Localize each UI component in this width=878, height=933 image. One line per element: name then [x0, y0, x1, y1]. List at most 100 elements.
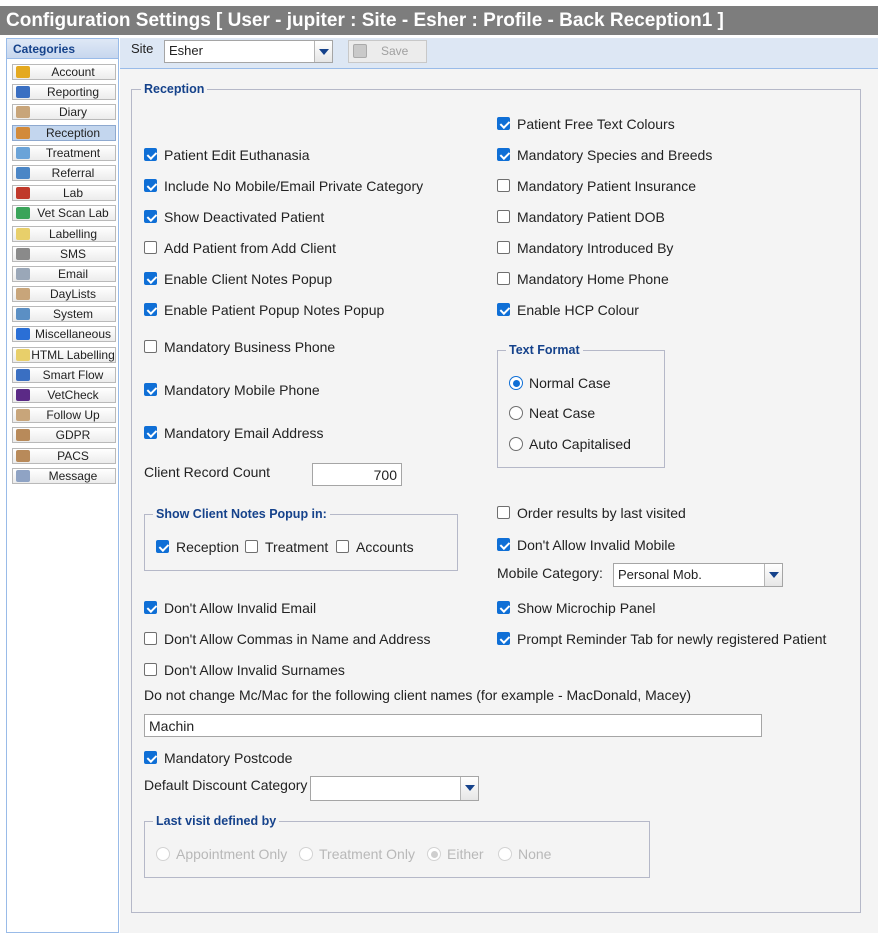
sidebar-item-lab[interactable]: Lab [12, 185, 116, 202]
sidebar-item-gdpr[interactable]: GDPR [12, 427, 116, 444]
mandatory-business-phone-checkbox[interactable] [144, 340, 157, 353]
sidebar-item-referral[interactable]: Referral [12, 164, 116, 181]
sidebar-item-treatment[interactable]: Treatment [12, 144, 116, 161]
normal-case-radio[interactable] [509, 376, 523, 390]
discount-category-label: Default Discount Category [144, 777, 308, 793]
add-patient-from-add-client-checkbox[interactable] [144, 241, 157, 254]
chevron-down-icon[interactable] [314, 41, 332, 62]
mandatory-business-phone-label: Mandatory Business Phone [164, 339, 336, 355]
sidebar-item-diary[interactable]: Diary [12, 104, 116, 121]
sidebar-item-system[interactable]: System [12, 306, 116, 323]
mobile-category-select[interactable]: Personal Mob. [613, 563, 783, 587]
notes-popup-reception-label: Reception [176, 539, 240, 555]
mandatory-patient-dob-checkbox[interactable] [497, 210, 510, 223]
prompt-reminder-checkbox[interactable] [497, 632, 510, 645]
enable-client-notes-popup-checkbox[interactable] [144, 272, 157, 285]
sidebar-item-vetcheck[interactable]: VetCheck [12, 387, 116, 403]
invalid-surnames-label: Don't Allow Invalid Surnames [164, 662, 345, 678]
sidebar-item-daylists[interactable]: DayLists [12, 286, 116, 303]
pacs-icon [16, 449, 30, 462]
either-label: Either [447, 846, 484, 862]
auto-capitalised-label: Auto Capitalised [529, 436, 631, 452]
mandatory-patient-insurance-checkbox[interactable] [497, 179, 510, 192]
client-record-count-input[interactable] [312, 463, 402, 486]
referral-icon [16, 166, 30, 179]
commas-checkbox[interactable] [144, 632, 157, 645]
text-format-legend: Text Format [506, 343, 583, 357]
toolbar: Site Esher Save [120, 38, 878, 69]
notes-popup-treatment-label: Treatment [265, 539, 329, 555]
appointment-only-radio[interactable] [156, 847, 170, 861]
sidebar-item-html-labelling[interactable]: HTML Labelling [12, 346, 116, 363]
sidebar-item-label: PACS [57, 448, 89, 463]
neat-case-radio[interactable] [509, 406, 523, 420]
include-no-mobile-email-label: Include No Mobile/Email Private Category [164, 178, 424, 194]
order-results-checkbox[interactable] [497, 506, 510, 519]
sidebar-item-label: DayLists [49, 287, 96, 302]
sidebar-item-labelling[interactable]: Labelling [12, 225, 116, 242]
mcmac-label: Do not change Mc/Mac for the following c… [144, 687, 692, 703]
enable-hcp-colour-checkbox[interactable] [497, 303, 510, 316]
invalid-email-label: Don't Allow Invalid Email [164, 600, 317, 616]
sidebar-item-miscellaneous[interactable]: Miscellaneous [12, 326, 116, 343]
invalid-surnames-checkbox[interactable] [144, 663, 157, 676]
sidebar-item-label: Lab [62, 186, 84, 201]
chevron-down-icon[interactable] [764, 564, 782, 586]
normal-case-label: Normal Case [529, 375, 611, 391]
mandatory-home-phone-checkbox[interactable] [497, 272, 510, 285]
sidebar-item-label: Account [51, 65, 95, 79]
categories-heading: Categories [7, 38, 118, 59]
sidebar-item-vet-scan-lab[interactable]: Vet Scan Lab [12, 205, 116, 222]
reception-icon [16, 126, 30, 139]
floppy-disk-icon [353, 44, 367, 58]
notes-popup-treatment-checkbox[interactable] [245, 540, 258, 553]
sidebar-item-label: Email [57, 266, 88, 281]
sidebar-item-pacs[interactable]: PACS [12, 447, 116, 464]
notes-popup-accounts-checkbox[interactable] [336, 540, 349, 553]
invalid-mobile-checkbox[interactable] [497, 538, 510, 551]
patient-free-text-colours-checkbox[interactable] [497, 117, 510, 130]
none-radio[interactable] [498, 847, 512, 861]
invalid-email-checkbox[interactable] [144, 601, 157, 614]
site-label: Site [131, 41, 154, 56]
sidebar-item-label: Reception [45, 125, 101, 140]
diary-icon [16, 106, 30, 119]
categories-sidebar: Categories Account Reporting Diary Receptio… [6, 38, 119, 933]
mandatory-postcode-checkbox[interactable] [144, 751, 157, 764]
sidebar-item-smart-flow[interactable]: Smart Flow [12, 366, 116, 383]
notes-popup-reception-checkbox[interactable] [156, 540, 169, 553]
save-button[interactable]: Save [348, 40, 427, 63]
patient-edit-euthanasia-checkbox[interactable] [144, 148, 157, 161]
sidebar-item-follow-up[interactable]: Follow Up [12, 407, 116, 424]
daylists-icon [16, 288, 30, 301]
enable-patient-popup-notes-checkbox[interactable] [144, 303, 157, 316]
add-patient-from-add-client-label: Add Patient from Add Client [164, 240, 336, 256]
vet-scan-lab-icon [16, 207, 30, 220]
sidebar-item-label: Referral [51, 165, 95, 180]
site-select[interactable]: Esher [164, 40, 333, 63]
mandatory-species-breeds-label: Mandatory Species and Breeds [517, 147, 713, 163]
last-visit-legend: Last visit defined by [153, 814, 280, 828]
mandatory-species-breeds-checkbox[interactable] [497, 148, 510, 161]
miscellaneous-icon [16, 328, 30, 341]
sidebar-item-email[interactable]: Email [12, 265, 116, 282]
auto-capitalised-radio[interactable] [509, 437, 523, 451]
mandatory-mobile-phone-checkbox[interactable] [144, 383, 157, 396]
sidebar-item-label: Vet Scan Lab [37, 206, 109, 221]
microchip-panel-checkbox[interactable] [497, 601, 510, 614]
mcmac-input[interactable] [144, 714, 762, 737]
chevron-down-icon[interactable] [460, 777, 478, 800]
include-no-mobile-email-checkbox[interactable] [144, 179, 157, 192]
discount-category-select[interactable] [310, 776, 479, 801]
either-radio[interactable] [427, 847, 441, 861]
sidebar-item-message[interactable]: Message [12, 467, 116, 484]
sidebar-item-reception[interactable]: Reception [12, 124, 116, 141]
show-deactivated-patient-checkbox[interactable] [144, 210, 157, 223]
sidebar-item-account[interactable]: Account [12, 64, 116, 80]
sms-icon [16, 247, 30, 260]
sidebar-item-sms[interactable]: SMS [12, 245, 116, 262]
treatment-only-radio[interactable] [299, 847, 313, 861]
mandatory-email-address-checkbox[interactable] [144, 426, 157, 439]
mandatory-introduced-by-checkbox[interactable] [497, 241, 510, 254]
sidebar-item-reporting[interactable]: Reporting [12, 84, 116, 101]
